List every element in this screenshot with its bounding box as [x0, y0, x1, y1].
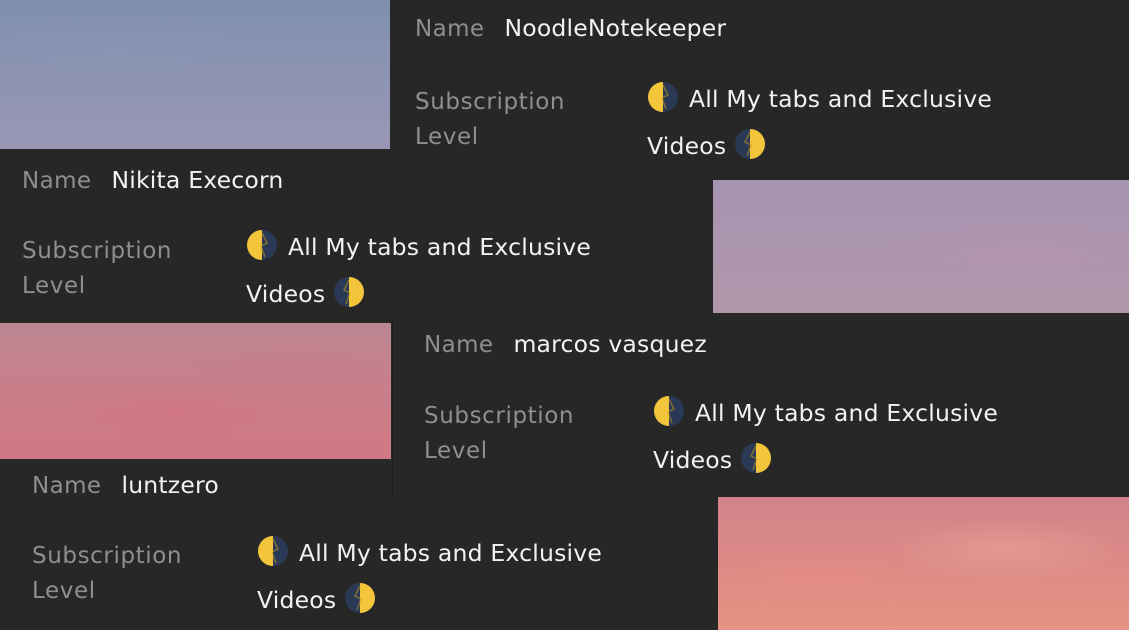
first-quarter-moon-icon [741, 443, 772, 473]
subscription-label-line: Subscription [22, 238, 173, 264]
name-row: Name luntzero [32, 471, 219, 499]
member-name: luntzero [121, 471, 219, 499]
name-label: Name [32, 473, 102, 499]
subscription-label-line: Subscription [415, 89, 566, 115]
subscription-tier: All My tabs and Exclusive Videos [257, 530, 602, 624]
subscription-tier: All My tabs and Exclusive Videos [653, 390, 998, 484]
tier-text: Videos [246, 280, 326, 308]
subscription-level-label: Subscription Level [415, 85, 565, 155]
tier-text: Videos [653, 446, 733, 474]
tier-text: Videos [257, 586, 337, 614]
last-quarter-moon-icon [258, 536, 288, 566]
member-name: NoodleNotekeeper [504, 14, 727, 42]
name-row: Name Nikita Execorn [22, 166, 284, 194]
sky-image [718, 497, 1129, 630]
tier-text: All My tabs and Exclusive [689, 85, 993, 113]
name-label: Name [22, 168, 92, 194]
sky-image [713, 180, 1129, 313]
tier-text: All My tabs and Exclusive [695, 399, 999, 427]
sky-image [0, 323, 391, 459]
first-quarter-moon-icon [735, 129, 766, 159]
subscription-level-label: Subscription Level [32, 539, 182, 609]
subscription-level-label: Subscription Level [424, 399, 574, 469]
name-label: Name [415, 16, 485, 42]
subscription-label-line: Subscription [32, 543, 183, 569]
member-name: marcos vasquez [513, 330, 707, 358]
subscription-label-line: Level [32, 578, 96, 604]
name-label: Name [424, 332, 494, 358]
tier-text: All My tabs and Exclusive [299, 539, 603, 567]
name-row: Name marcos vasquez [424, 330, 707, 358]
name-row: Name NoodleNotekeeper [415, 14, 726, 42]
subscription-label-line: Subscription [424, 403, 575, 429]
first-quarter-moon-icon [334, 277, 365, 307]
subscription-level-label: Subscription Level [22, 234, 172, 304]
subscription-label-line: Level [22, 273, 86, 299]
member-name: Nikita Execorn [111, 166, 284, 194]
first-quarter-moon-icon [345, 583, 376, 613]
divider [392, 317, 393, 497]
tier-text: All My tabs and Exclusive [288, 233, 592, 261]
last-quarter-moon-icon [247, 230, 277, 260]
last-quarter-moon-icon [648, 82, 678, 112]
sky-image [0, 0, 390, 149]
last-quarter-moon-icon [654, 396, 684, 426]
tier-text: Videos [647, 132, 727, 160]
subscription-label-line: Level [415, 124, 479, 150]
subscription-label-line: Level [424, 438, 488, 464]
subscription-tier: All My tabs and Exclusive Videos [647, 76, 992, 170]
subscription-tier: All My tabs and Exclusive Videos [246, 224, 591, 318]
